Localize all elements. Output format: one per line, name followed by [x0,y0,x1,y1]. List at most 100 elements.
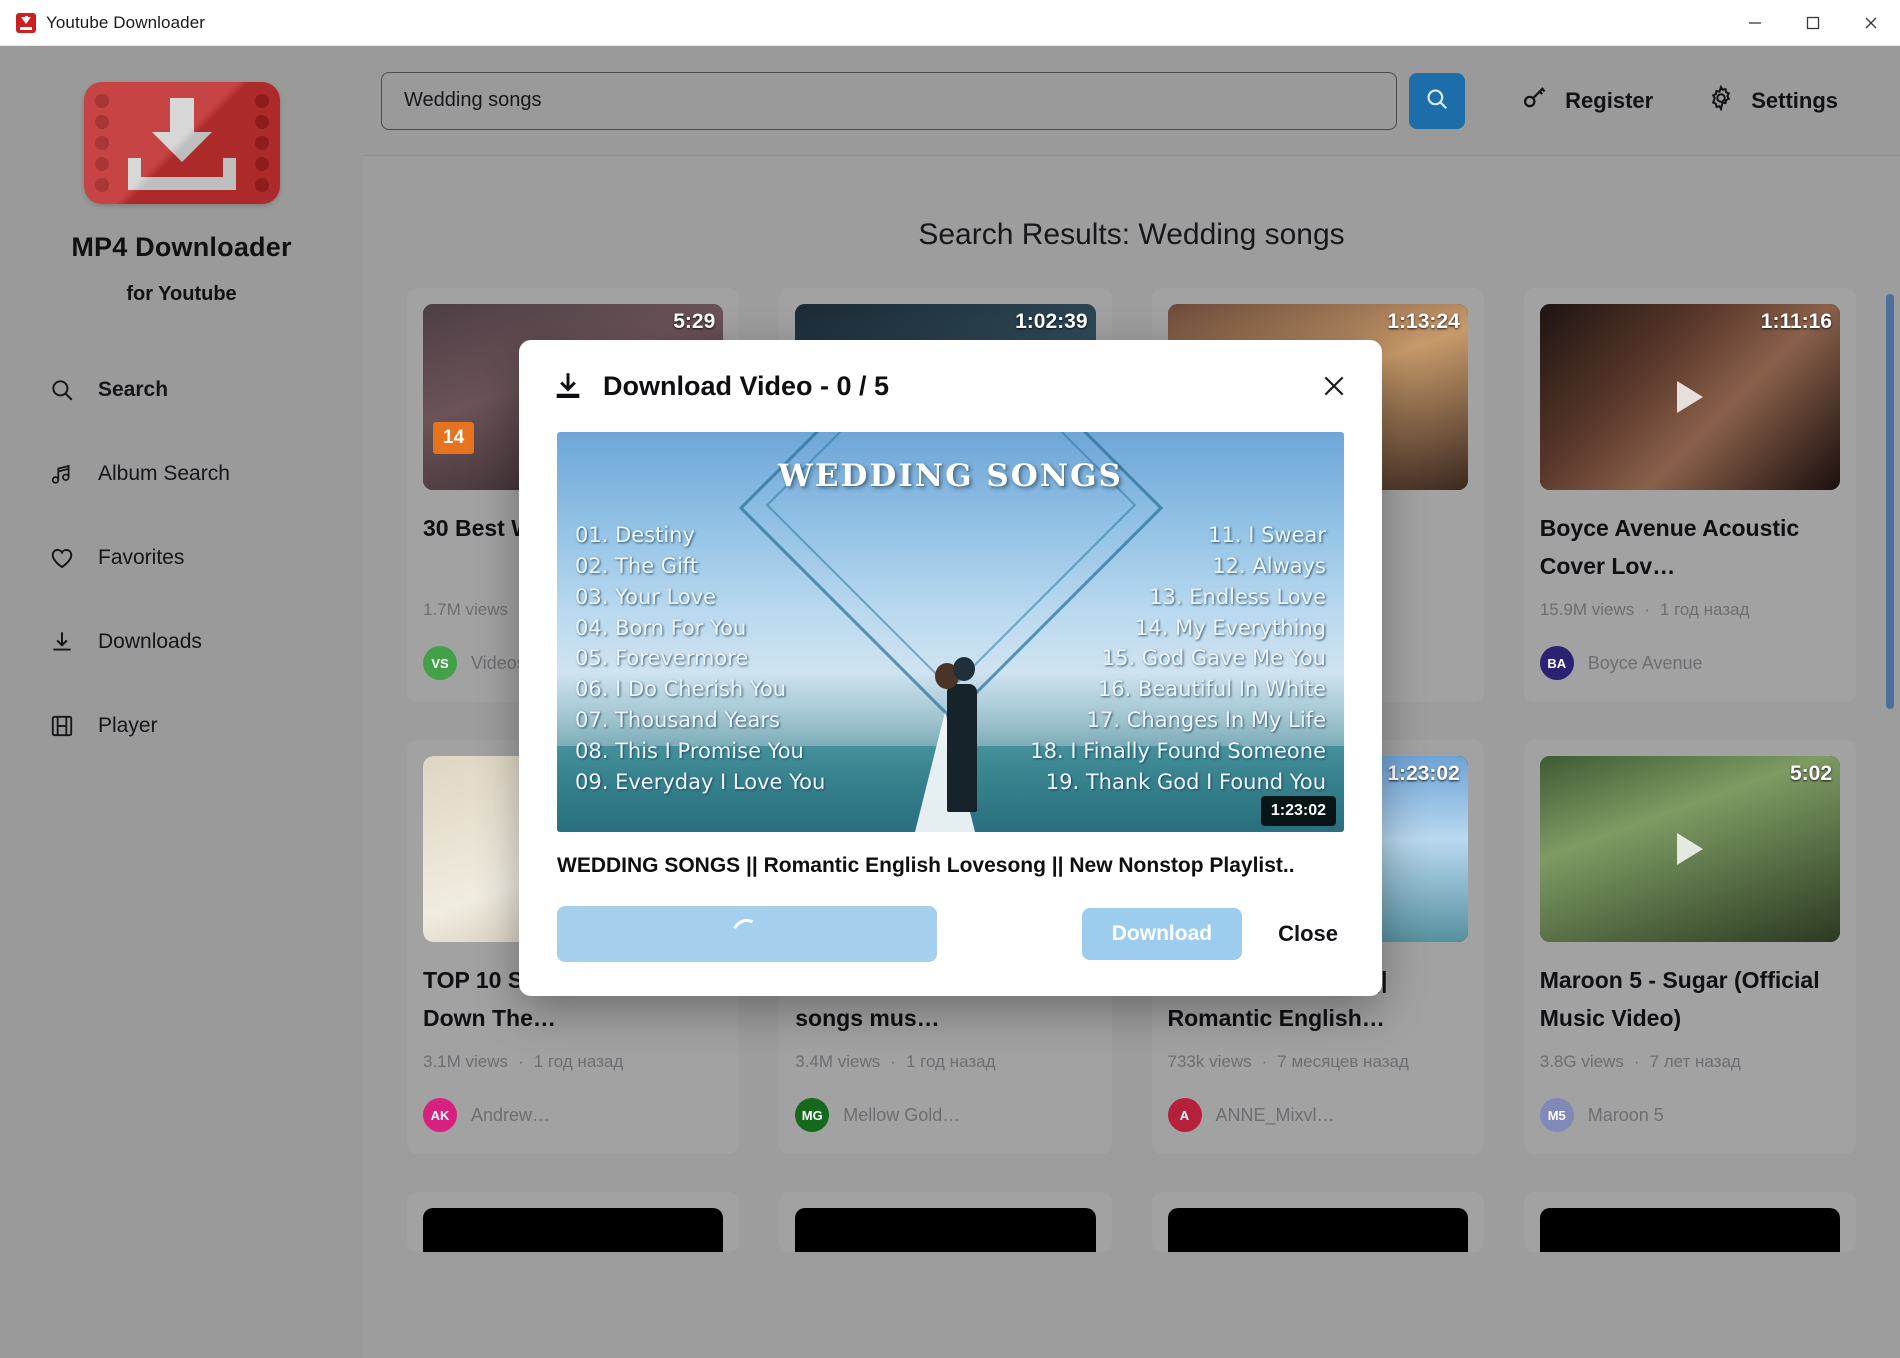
register-button[interactable]: Register [1521,84,1653,117]
mp4-downloader-logo-icon [84,82,280,204]
track-item: 07. Thousand Years [575,705,825,736]
title-bar-left: Youtube Downloader [0,13,205,33]
key-icon [1521,84,1549,117]
video-duration: 1:23:02 [1387,762,1459,786]
video-channel[interactable]: BA Boyce Avenue [1540,646,1840,680]
video-channel[interactable]: MG Mellow Gold… [795,1098,1095,1132]
video-card[interactable] [1524,1192,1856,1252]
video-meta: 15.9M views·1 год назад [1540,600,1840,620]
dialog-video-thumbnail: WEDDING SONGS 01. Destiny 02. The Gift 0… [557,432,1344,832]
search-icon [48,376,76,404]
track-item: 13. Endless Love [1030,582,1326,613]
download-video-dialog: Download Video - 0 / 5 WEDDING SONGS 01.… [519,340,1382,996]
top-bar: Register Settings [363,46,1900,156]
close-dialog-button[interactable]: Close [1272,921,1344,947]
channel-name: Boyce Avenue [1588,653,1703,674]
avatar: A [1168,1098,1202,1132]
maximize-button[interactable] [1784,0,1842,46]
play-icon [1677,833,1703,865]
thumbnail-duration: 1:23:02 [1261,796,1336,826]
video-duration: 1:02:39 [1015,310,1087,334]
avatar: AK [423,1098,457,1132]
track-item: 02. The Gift [575,551,825,582]
minimize-button[interactable] [1726,0,1784,46]
loading-spinner-icon [728,915,766,953]
video-channel[interactable]: AK Andrew… [423,1098,723,1132]
sidebar-item-search[interactable]: Search [48,348,363,432]
video-thumbnail[interactable] [1168,1208,1468,1252]
search-icon [1424,86,1450,115]
video-age: 1 год назад [906,1052,996,1071]
channel-name: ANNE_Mixvl… [1216,1105,1335,1126]
video-thumbnail[interactable]: 5:02 [1540,756,1840,942]
sidebar-item-album-search[interactable]: Album Search [48,432,363,516]
dialog-header: Download Video - 0 / 5 [519,340,1382,424]
video-card[interactable] [779,1192,1111,1252]
video-thumbnail[interactable]: 1:11:16 [1540,304,1840,490]
track-item: 09. Everyday I Love You [575,767,825,798]
video-title: Maroon 5 - Sugar (Official Music Video) [1540,962,1840,1038]
video-channel[interactable]: A ANNE_Mixvl… [1168,1098,1468,1132]
video-card[interactable]: 5:02 Maroon 5 - Sugar (Official Music Vi… [1524,740,1856,1154]
track-item: 08. This I Promise You [575,736,825,767]
title-bar: Youtube Downloader [0,0,1900,46]
tracklist: 01. Destiny 02. The Gift 03. Your Love 0… [557,520,1344,798]
video-views: 733k views [1168,1052,1252,1071]
video-thumbnail[interactable] [1540,1208,1840,1252]
download-icon [551,369,585,403]
scrollbar[interactable] [1886,166,1894,1358]
tracklist-left: 01. Destiny 02. The Gift 03. Your Love 0… [575,520,825,798]
sidebar-item-favorites[interactable]: Favorites [48,516,363,600]
channel-name: Mellow Gold… [843,1105,960,1126]
avatar: M5 [1540,1098,1574,1132]
window-title: Youtube Downloader [46,13,205,33]
sidebar-item-label: Album Search [98,462,230,486]
sidebar-item-downloads[interactable]: Downloads [48,600,363,684]
track-item: 12. Always [1030,551,1326,582]
track-item: 05. Forevermore [575,643,825,674]
register-label: Register [1565,88,1653,114]
close-icon[interactable] [1314,366,1354,406]
video-card[interactable] [407,1192,739,1252]
track-item: 15. God Gave Me You [1030,643,1326,674]
download-button[interactable]: Download [1082,908,1242,960]
search-button[interactable] [1409,73,1465,129]
track-item: 17. Changes In My Life [1030,705,1326,736]
video-thumbnail[interactable] [795,1208,1095,1252]
video-views: 3.4M views [795,1052,880,1071]
track-item: 06. I Do Cherish You [575,674,825,705]
dialog-actions: Download Close [519,878,1382,996]
video-age: 7 лет назад [1650,1052,1741,1071]
video-card[interactable] [1152,1192,1484,1252]
track-item: 11. I Swear [1030,520,1326,551]
sidebar-item-label: Search [98,378,168,402]
channel-name: Maroon 5 [1588,1105,1664,1126]
settings-button[interactable]: Settings [1707,84,1838,117]
video-duration: 1:11:16 [1761,310,1832,334]
page-title: Search Results: Wedding songs [407,218,1856,252]
track-item: 16. Beautiful In White [1030,674,1326,705]
tracklist-right: 11. I Swear 12. Always 13. Endless Love … [1030,520,1326,798]
video-views: 1.7M views [423,600,508,619]
track-item: 19. Thank God I Found You [1030,767,1326,798]
close-button[interactable] [1842,0,1900,46]
track-item: 14. My Everything [1030,613,1326,644]
sidebar-item-player[interactable]: Player [48,684,363,768]
film-icon [48,712,76,740]
scrollbar-thumb[interactable] [1886,294,1894,709]
search-input[interactable] [381,72,1397,130]
video-card[interactable]: 1:11:16 Boyce Avenue Acoustic Cover Lov…… [1524,288,1856,702]
video-thumbnail[interactable] [423,1208,723,1252]
track-item: 18. I Finally Found Someone [1030,736,1326,767]
video-views: 15.9M views [1540,600,1634,619]
video-duration: 5:02 [1790,762,1832,786]
app-logo-icon [16,13,36,33]
video-meta: 3.8G views·7 лет назад [1540,1052,1840,1072]
sidebar: MP4 Downloader for Youtube Search Album … [0,46,363,1358]
brand-name: MP4 Downloader [71,232,291,263]
top-bar-actions: Register Settings [1521,84,1860,117]
video-views: 3.1M views [423,1052,508,1071]
video-duration: 5:29 [673,310,715,334]
track-item: 04. Born For You [575,613,825,644]
video-channel[interactable]: M5 Maroon 5 [1540,1098,1840,1132]
